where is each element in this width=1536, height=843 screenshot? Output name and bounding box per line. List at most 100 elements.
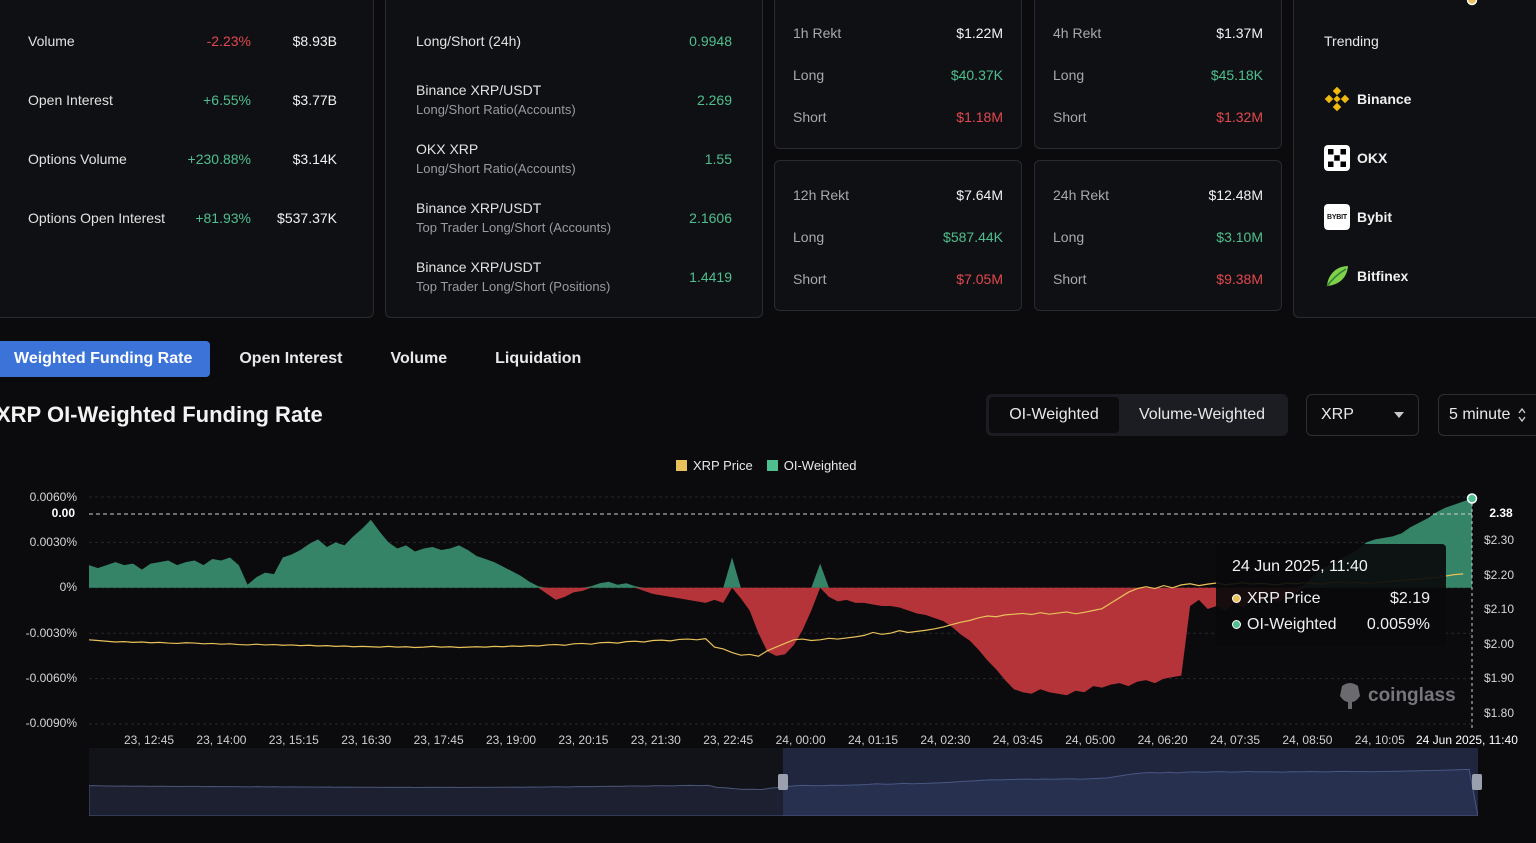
- stat-change: +81.93%: [195, 210, 251, 226]
- tab-open-interest[interactable]: Open Interest: [210, 341, 366, 377]
- trending-title: Trending: [1324, 33, 1379, 49]
- rekt-long-value: $45.18K: [1210, 67, 1263, 83]
- ratio-subtitle: Top Trader Long/Short (Positions): [416, 279, 611, 294]
- chart-title: XRP OI-Weighted Funding Rate: [0, 402, 323, 427]
- trending-item-bybit[interactable]: BYBIT Bybit: [1324, 204, 1392, 230]
- rekt-total: $12.48M: [1208, 187, 1263, 203]
- rekt-short-row: Short $1.32M: [1035, 109, 1281, 125]
- y-left-tick: 0%: [59, 580, 77, 595]
- rekt-title: 24h Rekt: [1053, 187, 1110, 203]
- rekt-long-row: Long $40.37K: [775, 67, 1021, 83]
- tooltip-date: 24 Jun 2025, 11:40: [1232, 558, 1368, 575]
- crosshair-left-label: 0.00: [51, 506, 75, 520]
- rekt-total: $7.64M: [956, 187, 1003, 203]
- rekt-long-row: Long $3.10M: [1035, 229, 1281, 245]
- range-handle-left[interactable]: [778, 774, 788, 790]
- y-left-tick: -0.0060%: [25, 670, 77, 685]
- ratio-value: 2.1606: [689, 210, 732, 226]
- rekt-short-value: $7.05M: [956, 271, 1003, 287]
- chart-legend: XRP Price OI-Weighted: [676, 458, 856, 473]
- tab-volume[interactable]: Volume: [367, 341, 472, 377]
- rekt-long-label: Long: [793, 229, 825, 245]
- y-right-tick: $2.10: [1484, 602, 1515, 617]
- ratio-row: Long/Short (24h) 0.9948: [386, 21, 762, 65]
- interval-select[interactable]: 5 minute: [1438, 394, 1536, 436]
- stat-value: $3.77B: [292, 92, 337, 108]
- rekt-short-value: $9.38M: [1216, 271, 1263, 287]
- stat-label: Options Open Interest: [28, 210, 165, 226]
- legend-item-oi-weighted[interactable]: OI-Weighted: [766, 458, 856, 473]
- rekt-total-row: 24h Rekt $12.48M: [1035, 187, 1281, 203]
- ratio-row: Binance XRP/USDT Top Trader Long/Short (A…: [386, 198, 762, 242]
- y-left-tick: -0.0030%: [25, 625, 77, 640]
- ratio-row: Binance XRP/USDT Long/Short Ratio(Account…: [386, 80, 762, 124]
- oi-weighted-button[interactable]: OI-Weighted: [989, 397, 1119, 433]
- rekt-short-row: Short $7.05M: [775, 271, 1021, 287]
- x-tick: 23, 15:15: [268, 733, 319, 747]
- rekt-short-label: Short: [1053, 109, 1087, 125]
- y-right-tick: $1.90: [1484, 671, 1515, 686]
- x-tick: 24, 00:00: [775, 733, 826, 747]
- coinglass-logo-icon: [1340, 683, 1360, 709]
- market-stats-card: Volume -2.23% $8.93B Open Interest +6.55% $3.…: [0, 0, 374, 318]
- x-tick: 24, 05:00: [1065, 733, 1116, 747]
- x-tick: 24, 02:30: [920, 733, 971, 747]
- y-right-tick: $2.20: [1484, 567, 1515, 582]
- rekt-long-value: $3.10M: [1216, 229, 1263, 245]
- stat-row: Options Volume +230.88% $3.14K: [0, 143, 373, 175]
- ratio-title: Binance XRP/USDT: [416, 82, 542, 98]
- coinglass-watermark: coinglass: [1338, 682, 1456, 710]
- oi-end-dot: [1466, 493, 1478, 504]
- range-selection[interactable]: [783, 748, 1478, 816]
- x-tick: 23, 21:30: [630, 733, 681, 747]
- legend-item-xrp-price[interactable]: XRP Price: [676, 458, 753, 473]
- ratio-value: 2.269: [696, 92, 732, 108]
- ratio-row: OKX XRP Long/Short Ratio(Accounts) 1.55: [386, 139, 762, 183]
- updown-icon: [1518, 408, 1526, 422]
- x-tick: 23, 22:45: [703, 733, 754, 747]
- rekt-title: 1h Rekt: [793, 25, 842, 41]
- y-right-tick: $2.00: [1484, 636, 1515, 651]
- x-tick: 24, 10:05: [1354, 733, 1405, 747]
- rekt-short-row: Short $1.18M: [775, 109, 1021, 125]
- okx-icon: [1324, 145, 1350, 171]
- crosshair-right-label: 2.38: [1478, 503, 1524, 523]
- ratio-subtitle: Top Trader Long/Short (Accounts): [416, 220, 612, 235]
- price-dot-icon: [1232, 594, 1241, 603]
- chart-tabs: Weighted Funding Rate Open Interest Volu…: [0, 341, 605, 377]
- tab-liquidation[interactable]: Liquidation: [471, 341, 605, 377]
- ratio-value: 0.9948: [689, 33, 732, 49]
- rekt-short-value: $1.18M: [956, 109, 1003, 125]
- rekt-short-label: Short: [793, 271, 827, 287]
- stat-label: Options Volume: [28, 151, 127, 167]
- stat-row: Volume -2.23% $8.93B: [0, 25, 373, 57]
- stat-change: +6.55%: [203, 92, 251, 108]
- long-short-card: Long/Short (24h) 0.9948 Binance XRP/USDT Lo…: [385, 0, 763, 318]
- ratio-title: Binance XRP/USDT: [416, 200, 542, 216]
- tooltip-row-oi: OI-Weighted 0.0059%: [1232, 616, 1430, 634]
- coin-select[interactable]: XRP: [1306, 394, 1419, 436]
- trending-item-label: Bybit: [1357, 209, 1392, 225]
- rekt-long-value: $587.44K: [943, 229, 1003, 245]
- stat-change: -2.23%: [206, 33, 251, 49]
- x-tick: 24, 01:15: [848, 733, 899, 747]
- x-tick: 24, 06:20: [1137, 733, 1188, 747]
- rekt-title: 4h Rekt: [1053, 25, 1102, 41]
- stat-value: $3.14K: [292, 151, 337, 167]
- trending-item-label: OKX: [1357, 150, 1388, 166]
- chart-tooltip: 24 Jun 2025, 11:40 XRP Price $2.19 OI-We…: [1216, 544, 1446, 646]
- trending-item-binance[interactable]: Binance: [1324, 86, 1411, 112]
- trending-item-okx[interactable]: OKX: [1324, 145, 1387, 171]
- x-tick: 23, 16:30: [341, 733, 392, 747]
- range-handle-right[interactable]: [1472, 774, 1482, 790]
- trending-item-bitfinex[interactable]: Bitfinex: [1324, 263, 1408, 289]
- range-slider[interactable]: [89, 748, 1482, 816]
- bybit-icon: BYBIT: [1324, 204, 1350, 230]
- volume-weighted-button[interactable]: Volume-Weighted: [1119, 397, 1285, 433]
- coin-select-value: XRP: [1321, 406, 1354, 423]
- tab-weighted-funding-rate[interactable]: Weighted Funding Rate: [0, 341, 211, 377]
- rekt-total: $1.37M: [1216, 25, 1263, 41]
- ratio-title: OKX XRP: [416, 141, 479, 157]
- rekt-short-label: Short: [1053, 271, 1087, 287]
- stat-label: Volume: [28, 33, 75, 49]
